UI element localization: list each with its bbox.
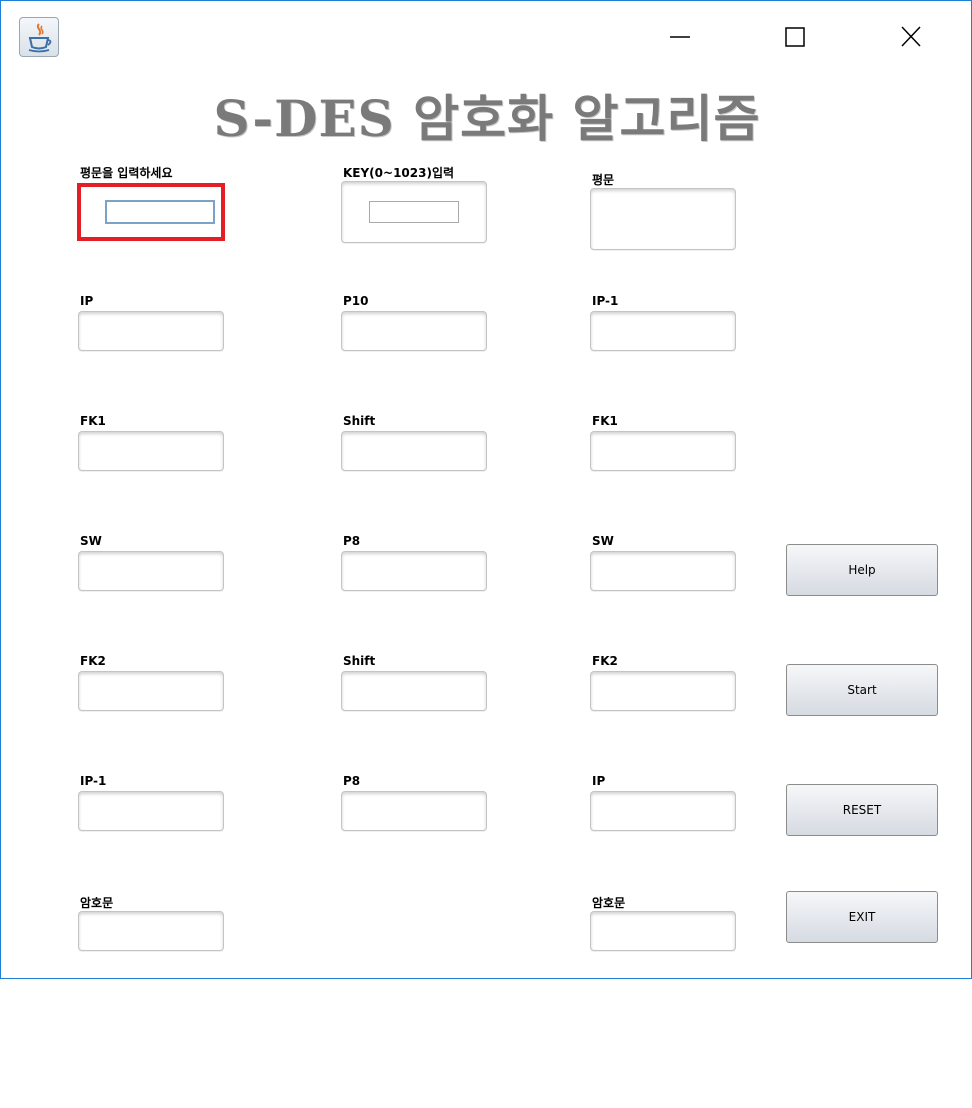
enc-ip-field[interactable] — [78, 311, 224, 351]
enc-sw-label: SW — [80, 534, 102, 548]
plaintext-input-label: 평문을 입력하세요 — [80, 166, 173, 180]
key-input[interactable] — [369, 201, 459, 223]
enc-fk2-label: FK2 — [80, 654, 106, 668]
enc-sw-field[interactable] — [78, 551, 224, 591]
dec-fk2-field[interactable] — [590, 671, 736, 711]
dec-fk1-label: FK1 — [592, 414, 618, 428]
enc-fk1-field[interactable] — [78, 431, 224, 471]
dec-ip-field[interactable] — [590, 791, 736, 831]
dec-ip-inverse-label: IP-1 — [592, 294, 619, 308]
app-window: S-DES 암호화 알고리즘 평문을 입력하세요 IP FK1 SW FK2 I… — [0, 0, 972, 979]
shift2-label: Shift — [343, 654, 376, 668]
close-icon[interactable] — [891, 19, 931, 55]
shift1-label: Shift — [343, 414, 376, 428]
p8-1-label: P8 — [343, 534, 361, 548]
minimize-icon[interactable] — [660, 19, 700, 55]
shift2-field[interactable] — [341, 671, 487, 711]
page-title: S-DES 암호화 알고리즘 — [213, 89, 761, 148]
p8-1-field[interactable] — [341, 551, 487, 591]
exit-button[interactable]: EXIT — [786, 891, 938, 943]
p10-label: P10 — [343, 294, 369, 308]
p10-field[interactable] — [341, 311, 487, 351]
dec-fk2-label: FK2 — [592, 654, 618, 668]
maximize-icon[interactable] — [775, 19, 815, 55]
dec-ip-label: IP — [592, 774, 606, 788]
dec-fk1-field[interactable] — [590, 431, 736, 471]
key-input-label: KEY(0~1023)입력 — [343, 166, 455, 180]
enc-ip-label: IP — [80, 294, 94, 308]
enc-ciphertext-field[interactable] — [78, 911, 224, 951]
enc-fk2-field[interactable] — [78, 671, 224, 711]
dec-sw-field[interactable] — [590, 551, 736, 591]
enc-ip-inverse-field[interactable] — [78, 791, 224, 831]
dec-ciphertext-field[interactable] — [590, 911, 736, 951]
p8-2-field[interactable] — [341, 791, 487, 831]
dec-ciphertext-label: 암호문 — [592, 896, 626, 910]
enc-fk1-label: FK1 — [80, 414, 106, 428]
java-cup-icon[interactable] — [19, 17, 59, 57]
dec-plaintext-field[interactable] — [590, 188, 736, 250]
help-button[interactable]: Help — [786, 544, 938, 596]
dec-plaintext-label: 평문 — [592, 173, 615, 187]
reset-button[interactable]: RESET — [786, 784, 938, 836]
dec-sw-label: SW — [592, 534, 614, 548]
dec-ip-inverse-field[interactable] — [590, 311, 736, 351]
p8-2-label: P8 — [343, 774, 361, 788]
enc-ip-inverse-label: IP-1 — [80, 774, 107, 788]
start-button[interactable]: Start — [786, 664, 938, 716]
shift1-field[interactable] — [341, 431, 487, 471]
enc-ciphertext-label: 암호문 — [80, 896, 114, 910]
plaintext-input[interactable] — [105, 200, 215, 224]
